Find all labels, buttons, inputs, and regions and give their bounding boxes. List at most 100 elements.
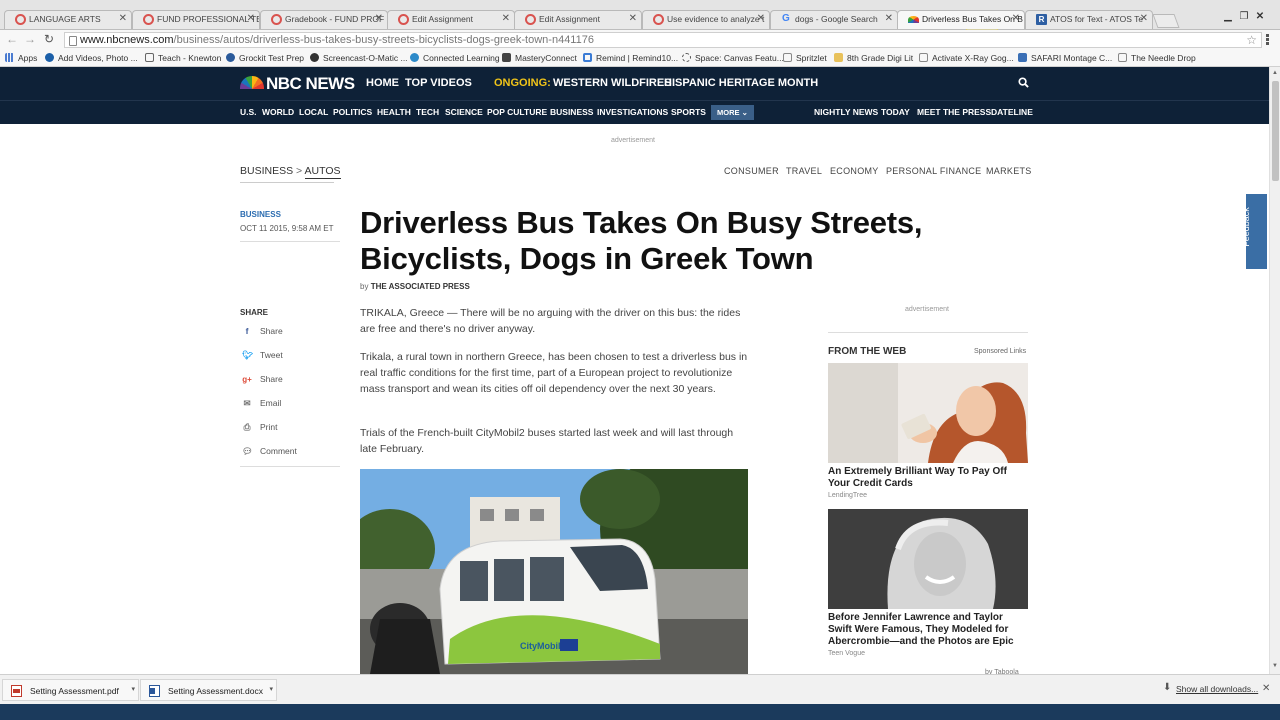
close-icon[interactable]: ✕ xyxy=(629,13,637,24)
page-scrollbar[interactable]: ▲ ▼ xyxy=(1269,67,1280,674)
feedback-tab[interactable]: Feedback xyxy=(1241,194,1267,269)
nav-meet-the-press[interactable]: MEET THE PRESS xyxy=(917,107,991,117)
close-icon[interactable]: ✕ xyxy=(247,13,255,24)
close-icon[interactable]: ✕ xyxy=(1140,13,1148,24)
chrome-menu-icon[interactable] xyxy=(1266,34,1270,46)
browser-tab[interactable]: LANGUAGE ARTS ✕ xyxy=(4,10,132,29)
nav-sports[interactable]: SPORTS xyxy=(671,107,706,117)
nav-dateline[interactable]: DATELINE xyxy=(991,107,1033,117)
bookmark-item[interactable]: Add Videos, Photo ... xyxy=(45,53,138,63)
bookmark-item[interactable]: The Needle Drop xyxy=(1118,53,1196,63)
minimize-icon[interactable]: ▁ xyxy=(1222,11,1234,22)
bookmark-apps[interactable]: Apps xyxy=(5,53,37,63)
nav-hispanic-heritage[interactable]: HISPANIC HERITAGE MONTH xyxy=(664,77,818,89)
close-icon[interactable]: ✕ xyxy=(502,13,510,24)
share-print[interactable]: ⎙ Print xyxy=(242,422,278,433)
nav-science[interactable]: SCIENCE xyxy=(445,107,483,117)
bookmark-item[interactable]: Remind | Remind10... xyxy=(583,53,678,63)
search-icon[interactable] xyxy=(1018,77,1029,88)
more-button[interactable]: MORE ⌄ xyxy=(711,105,754,120)
subnav-consumer[interactable]: CONSUMER xyxy=(724,166,779,176)
browser-tab[interactable]: Gdogs - Google Search ✕ xyxy=(770,10,898,29)
nav-today[interactable]: TODAY xyxy=(881,107,910,117)
browser-tab[interactable]: Edit Assignment ✕ xyxy=(387,10,515,29)
maximize-icon[interactable]: ❐ xyxy=(1238,11,1250,22)
chevron-down-icon[interactable]: ▾ xyxy=(131,685,135,693)
bookmark-item[interactable]: Grockit Test Prep xyxy=(226,53,304,63)
scroll-up-icon[interactable]: ▲ xyxy=(1272,70,1278,76)
chevron-down-icon[interactable]: ▾ xyxy=(269,685,273,693)
article-hero-image[interactable]: CityMobil2 xyxy=(360,469,748,674)
address-bar[interactable]: www.nbcnews.com/business/autos/driverles… xyxy=(64,32,1262,48)
nav-world[interactable]: WORLD xyxy=(262,107,294,117)
bookmark-item[interactable]: Screencast-O-Matic ... xyxy=(310,53,408,63)
nav-tech[interactable]: TECH xyxy=(416,107,439,117)
browser-tab[interactable]: FUND PROFESSIONAL TE ✕ xyxy=(132,10,260,29)
bookmark-star-icon[interactable]: ☆ xyxy=(1246,33,1257,47)
share-facebook[interactable]: f Share xyxy=(242,326,283,336)
scrollbar-thumb[interactable] xyxy=(1272,81,1279,181)
bookmark-item[interactable]: SAFARI Montage C... xyxy=(1018,53,1112,63)
close-icon[interactable]: ✕ xyxy=(757,13,765,24)
close-icon[interactable]: ✕ xyxy=(375,13,383,24)
byline-author[interactable]: THE ASSOCIATED PRESS xyxy=(371,282,470,291)
canvas-icon xyxy=(653,14,664,25)
sponsored-card-title[interactable]: Before Jennifer Lawrence and Taylor Swif… xyxy=(828,612,1028,648)
nav-business[interactable]: BUSINESS xyxy=(550,107,593,117)
new-tab-button[interactable] xyxy=(1152,14,1180,28)
nav-politics[interactable]: POLITICS xyxy=(333,107,372,117)
sponsored-card-image[interactable] xyxy=(828,363,1028,463)
breadcrumb-autos[interactable]: AUTOS xyxy=(304,165,341,179)
bookmark-label: Remind | Remind10... xyxy=(596,53,679,63)
nav-local[interactable]: LOCAL xyxy=(299,107,328,117)
browser-tab[interactable]: R ATOS for Text - ATOS Te ✕ xyxy=(1025,10,1153,29)
browser-tab[interactable]: Gradebook - FUND PROF ✕ xyxy=(260,10,388,29)
bookmark-item[interactable]: Activate X-Ray Gog... xyxy=(919,53,1014,63)
nav-nightly-news[interactable]: NIGHTLY NEWS xyxy=(814,107,878,117)
share-label: Share xyxy=(260,374,283,384)
breadcrumb-business[interactable]: BUSINESS xyxy=(240,165,293,177)
article-kicker[interactable]: BUSINESS xyxy=(240,210,281,219)
facebook-icon: f xyxy=(245,326,249,336)
browser-tab[interactable]: Edit Assignment ✕ xyxy=(514,10,642,29)
close-icon[interactable]: ✕ xyxy=(1012,13,1020,24)
subnav-travel[interactable]: TRAVEL xyxy=(786,166,822,176)
back-icon[interactable]: ← xyxy=(6,32,18,46)
bookmark-item[interactable]: Space: Canvas Featu... xyxy=(682,53,784,63)
nav-western-wildfires[interactable]: WESTERN WILDFIRES xyxy=(553,77,672,89)
share-comment[interactable]: 💬︎ Comment xyxy=(242,446,297,457)
window-close-icon[interactable]: ✕ xyxy=(1254,11,1266,22)
nav-us[interactable]: U.S. xyxy=(240,107,257,117)
share-googleplus[interactable]: g+ Share xyxy=(242,374,283,384)
close-icon[interactable]: ✕ xyxy=(119,13,127,24)
share-twitter[interactable]: 🐦︎ Tweet xyxy=(242,350,283,361)
close-icon[interactable]: ✕ xyxy=(885,13,893,24)
show-all-downloads-link[interactable]: Show all downloads... xyxy=(1176,684,1258,694)
browser-tab-active[interactable]: Driverless Bus Takes On B ✕ xyxy=(897,10,1025,29)
nav-pop-culture[interactable]: POP CULTURE xyxy=(487,107,547,117)
bookmark-item[interactable]: Teach - Knewton xyxy=(145,53,221,63)
sponsored-card-image[interactable] xyxy=(828,509,1028,609)
sponsored-links[interactable]: Sponsored Links xyxy=(974,348,1026,355)
nav-home[interactable]: HOME xyxy=(366,77,399,89)
subnav-economy[interactable]: ECONOMY xyxy=(830,166,879,176)
bookmark-item[interactable]: Connected Learning xyxy=(410,53,500,63)
close-icon[interactable]: ✕ xyxy=(1262,683,1270,694)
bookmark-item[interactable]: Spritzlet xyxy=(783,53,827,63)
scroll-down-icon[interactable]: ▼ xyxy=(1272,663,1278,669)
subnav-markets[interactable]: MARKETS xyxy=(986,166,1032,176)
bookmark-item[interactable]: MasteryConnect xyxy=(502,53,577,63)
download-item[interactable]: Setting Assessment.docx ▾ xyxy=(140,679,277,701)
nav-investigations[interactable]: INVESTIGATIONS xyxy=(597,107,668,117)
sponsored-card-title[interactable]: An Extremely Brilliant Way To Pay Off Yo… xyxy=(828,466,1028,490)
subnav-personal-finance[interactable]: PERSONAL FINANCE xyxy=(886,166,982,176)
share-email[interactable]: ✉ Email xyxy=(242,398,281,409)
divider xyxy=(240,241,340,242)
bookmark-folder[interactable]: 8th Grade Digi Lit xyxy=(834,53,913,63)
nav-health[interactable]: HEALTH xyxy=(377,107,411,117)
reload-icon[interactable]: ↻ xyxy=(44,32,54,46)
nav-top-videos[interactable]: TOP VIDEOS xyxy=(405,77,472,89)
browser-tab[interactable]: Use evidence to analyze t ✕ xyxy=(642,10,770,29)
download-item[interactable]: Setting Assessment.pdf ▾ xyxy=(2,679,139,701)
forward-icon[interactable]: → xyxy=(24,32,36,46)
